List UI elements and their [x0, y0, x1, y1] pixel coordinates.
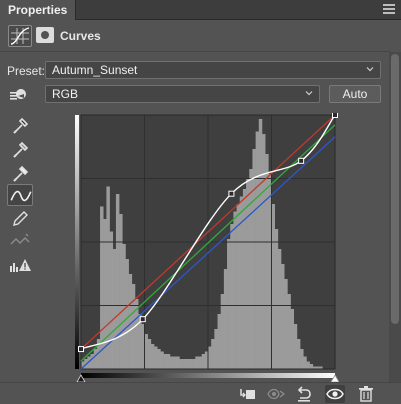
histogram-bar [185, 359, 190, 369]
histogram-bar [208, 346, 212, 369]
smooth-curve-icon[interactable] [7, 230, 33, 252]
curves-graph[interactable] [75, 113, 339, 382]
histogram-bar [122, 244, 126, 369]
histogram-bar [258, 119, 263, 369]
histogram-bar [214, 329, 218, 369]
auto-button[interactable]: Auto [329, 85, 381, 103]
histogram-bar [274, 229, 279, 369]
histogram-bar [233, 211, 237, 369]
histogram-bar [271, 204, 275, 369]
histogram-bar [115, 194, 120, 369]
histogram-bar [306, 361, 310, 369]
curves-adjustment-icon[interactable] [8, 25, 32, 47]
histogram-bar [93, 349, 98, 369]
histogram-bar [296, 339, 301, 369]
histogram-bar [125, 259, 129, 369]
black-point-eyedropper-icon[interactable] [7, 113, 33, 135]
histogram-bar [166, 354, 171, 369]
input-gradient-bar [81, 373, 335, 378]
panel-scrollbar[interactable] [389, 52, 401, 382]
curve-control-point[interactable] [78, 346, 84, 353]
histogram-bar [217, 314, 221, 369]
chevron-down-icon [305, 91, 313, 96]
histogram-bar [169, 356, 174, 369]
preset-label: Preset: [7, 64, 46, 78]
histogram-bar [227, 239, 231, 369]
reset-icon[interactable] [294, 385, 314, 403]
trash-icon[interactable] [356, 385, 376, 403]
panel-menu-icon[interactable] [383, 4, 395, 16]
on-image-adjust-icon[interactable] [7, 84, 33, 106]
output-gradient-bar [75, 115, 79, 369]
histogram-bar [261, 134, 266, 369]
histogram-bar [255, 131, 260, 369]
pencil-icon[interactable] [7, 207, 33, 229]
clip-to-layer-icon[interactable] [238, 385, 258, 403]
histogram-bar [290, 309, 295, 369]
histogram-bar [300, 349, 304, 369]
curve-points-icon[interactable] [7, 184, 33, 206]
histogram-bar [157, 349, 161, 369]
histogram-bar [128, 274, 133, 369]
curve-control-point[interactable] [332, 113, 338, 118]
histogram-bar [163, 354, 168, 369]
histogram-bar [150, 344, 155, 369]
histogram-bar [109, 231, 114, 369]
curve-control-point[interactable] [228, 190, 235, 197]
white-point-eyedropper-icon[interactable] [7, 161, 33, 183]
histogram-bar [90, 354, 94, 369]
clipping-warning-icon[interactable] [7, 254, 33, 276]
curve-control-point[interactable] [298, 157, 305, 164]
histogram-bar [195, 356, 199, 369]
adjustment-title: Curves [60, 29, 101, 43]
gray-point-eyedropper-icon[interactable] [7, 137, 33, 159]
chevron-down-icon [366, 67, 374, 72]
visibility-eye-icon[interactable] [325, 385, 345, 403]
histogram-bar [249, 169, 253, 369]
histogram-bar [201, 354, 206, 369]
histogram-bar [223, 269, 228, 369]
histogram-bar [192, 359, 196, 369]
channel-value: RGB [52, 87, 79, 101]
histogram-bar [147, 339, 152, 369]
histogram-bar [179, 359, 183, 369]
histogram-bar [160, 351, 164, 369]
histogram-bar [242, 189, 247, 369]
histogram-bar [188, 359, 193, 369]
preset-value: Autumn_Sunset [52, 63, 138, 77]
histogram-bar [293, 324, 298, 369]
scrollbar-thumb[interactable] [391, 54, 399, 324]
histogram-bar [236, 204, 241, 369]
histogram-bar [100, 206, 104, 369]
histogram-bar [281, 264, 285, 369]
panel-tab-bar: Properties [0, 0, 401, 20]
histogram-bar [176, 356, 180, 369]
histogram-bar [230, 224, 234, 369]
preset-dropdown[interactable]: Autumn_Sunset [45, 61, 381, 79]
histogram-bar [154, 346, 158, 369]
histogram-bar [119, 214, 123, 369]
histogram-bar [144, 334, 148, 369]
histogram-bar [182, 359, 187, 369]
view-previous-state-icon[interactable] [266, 385, 286, 403]
curve-control-point[interactable] [139, 316, 146, 323]
curves-graph-svg[interactable] [75, 113, 339, 382]
histogram-bar [173, 356, 177, 369]
histogram-bar [303, 356, 307, 369]
histogram-bar [284, 279, 288, 369]
histogram-bar [277, 249, 282, 369]
histogram-bar [211, 339, 215, 369]
adjustment-header: Curves [0, 20, 390, 52]
histogram-bar [252, 149, 256, 369]
histogram-bar [309, 364, 314, 369]
histogram-bar [112, 249, 117, 369]
histogram-bar [198, 356, 202, 369]
tab-properties[interactable]: Properties [0, 0, 77, 20]
channel-dropdown[interactable]: RGB [45, 85, 320, 103]
layer-mask-icon[interactable] [36, 27, 54, 43]
panel-bottom-bar [0, 382, 401, 404]
